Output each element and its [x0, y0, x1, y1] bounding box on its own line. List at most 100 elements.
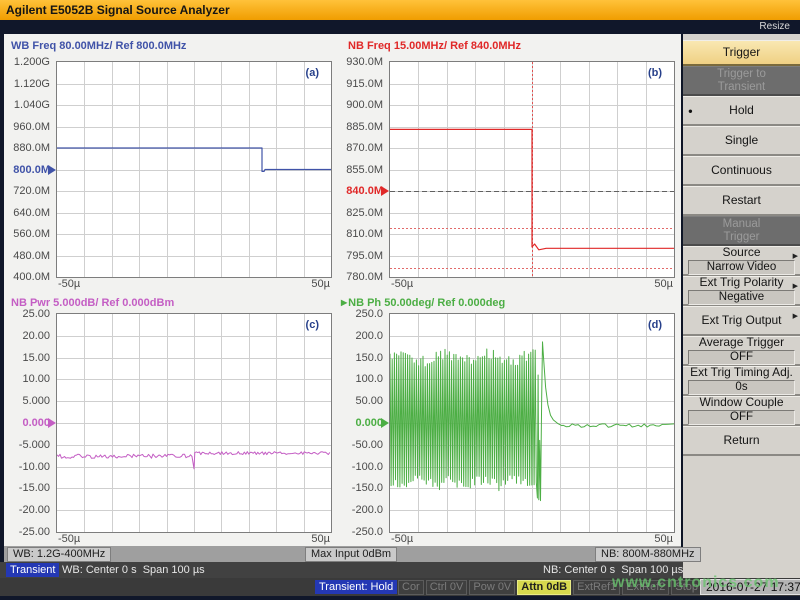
- y-tick-label: 20.00: [22, 330, 50, 342]
- plot-nb-pwr-y-axis: 25.0020.0015.0010.005.0000.000-5.000-10.…: [2, 314, 52, 532]
- y-tick-label: 25.00: [22, 308, 50, 320]
- softkey-label: Ext Trig Timing Adj.: [690, 366, 793, 379]
- softkey-label: Window Couple: [699, 396, 783, 409]
- app-title: Agilent E5052B Signal Source Analyzer: [6, 3, 230, 17]
- x-tick-end: 50µ: [311, 278, 330, 290]
- wb-sweep-label: WB: Center 0 s Span 100 µs: [62, 564, 205, 576]
- softkey-restart[interactable]: Restart: [683, 186, 800, 216]
- softkey-continuous[interactable]: Continuous: [683, 156, 800, 186]
- x-tick-start: -50µ: [391, 533, 413, 545]
- softkey-manual: ManualTrigger: [683, 216, 800, 246]
- ref-level-marker: [381, 186, 389, 196]
- plot-nb-phase: ▶NB Ph 50.00deg/ Ref 0.000deg 250.0200.0…: [389, 313, 675, 533]
- softkey-ext-trig-polarity[interactable]: Ext Trig PolarityNegative▶: [683, 276, 800, 306]
- y-tick-label: 900.0M: [346, 99, 383, 111]
- y-tick-label: 1.040G: [14, 99, 50, 111]
- y-tick-label: -100.0: [352, 461, 383, 473]
- status-indicator-extref1: ExtRef1: [573, 580, 620, 595]
- status-indicator-cor: Cor: [398, 580, 424, 595]
- plot-label-b: (b): [648, 67, 662, 79]
- softkey-ext-trig-timing-adj[interactable]: Ext Trig Timing Adj.0s: [683, 366, 800, 396]
- resize-button[interactable]: Resize: [759, 21, 790, 32]
- softkey-trigger[interactable]: Trigger: [683, 40, 800, 66]
- y-tick-label: 400.0M: [13, 271, 50, 283]
- softkey-label: Ext Trig Output: [701, 314, 781, 327]
- sweep-status-bar: Transient WB: Center 0 s Span 100 µs NB:…: [0, 562, 683, 578]
- y-tick-label: 5.000: [22, 395, 50, 407]
- softkey-average-trigger[interactable]: Average TriggerOFF: [683, 336, 800, 366]
- y-tick-label: 870.0M: [346, 142, 383, 154]
- y-tick-label: 50.00: [355, 395, 383, 407]
- plot-nb-freq-header: NB Freq 15.00MHz/ Ref 840.0MHz: [348, 40, 521, 52]
- y-tick-label: -200.0: [352, 504, 383, 516]
- x-tick-start: -50µ: [58, 533, 80, 545]
- y-tick-label: 1.200G: [14, 56, 50, 68]
- softkey-ext-trig-output[interactable]: Ext Trig Output ▶: [683, 306, 800, 336]
- plot-label-c: (c): [306, 319, 319, 331]
- status-indicator-ctrl-0v: Ctrl 0V: [426, 580, 468, 595]
- softkey-value: OFF: [688, 350, 796, 365]
- y-tick-label: 885.0M: [346, 121, 383, 133]
- y-tick-label: 100.0: [355, 373, 383, 385]
- plot-wb-freq-y-axis: 1.200G1.120G1.040G960.0M880.0M800.0M720.…: [2, 62, 52, 277]
- y-tick-label: 1.120G: [14, 78, 50, 90]
- title-bar: Agilent E5052B Signal Source Analyzer: [0, 0, 800, 20]
- y-tick-label: -5.000: [19, 439, 50, 451]
- graph-area: WB Freq 80.00MHz/ Ref 800.0MHz 1.200G 1.1…: [4, 34, 681, 546]
- softkey-return[interactable]: Return: [683, 426, 800, 456]
- plot-wb-freq-header: WB Freq 80.00MHz/ Ref 800.0MHz: [11, 40, 186, 52]
- y-tick-label: 200.0: [355, 330, 383, 342]
- softkey-single[interactable]: Single: [683, 126, 800, 156]
- submenu-arrow-icon: ▶: [793, 312, 798, 320]
- softkey-window-couple[interactable]: Window CoupleOFF: [683, 396, 800, 426]
- plot-nb-pwr: NB Pwr 5.000dB/ Ref 0.000dBm 25.0020.001…: [56, 313, 332, 533]
- y-tick-label: -10.00: [19, 461, 50, 473]
- instrument-status-bar: Transient: Hold CorCtrl 0VPow 0VAttn 0dB…: [0, 578, 800, 596]
- plot-nb-phase-canvas: [390, 314, 674, 532]
- selected-bullet-icon: ●: [688, 106, 693, 115]
- indicator-row: CorCtrl 0VPow 0VAttn 0dBExtRef1ExtRef2St…: [398, 580, 730, 595]
- status-indicator-attn-0db: Attn 0dB: [517, 580, 571, 595]
- ref-level-marker: [48, 418, 56, 428]
- wb-band-label: WB: 1.2G-400MHz: [7, 547, 111, 562]
- max-input-label: Max Input 0dBm: [305, 547, 397, 562]
- mode-badge: Transient: [6, 563, 59, 577]
- x-tick-end: 50µ: [654, 533, 673, 545]
- submenu-arrow-icon: ▶: [793, 282, 798, 290]
- y-tick-label: 855.0M: [346, 164, 383, 176]
- softkey-label: Source: [722, 246, 760, 259]
- softkey-value: 0s: [688, 380, 796, 395]
- nb-sweep-label: NB: Center 0 s Span 100 µs: [543, 564, 683, 576]
- y-tick-label: 880.0M: [13, 142, 50, 154]
- y-tick-label: -20.00: [19, 504, 50, 516]
- band-status-bar: WB: 1.2G-400MHz Max Input 0dBm NB: 800M-…: [4, 546, 681, 562]
- plot-nb-freq-y-axis: 930.0M915.0M900.0M885.0M870.0M855.0M840.…: [335, 62, 385, 277]
- active-trace-icon: ▶: [341, 298, 347, 307]
- softkey-value: OFF: [688, 410, 796, 425]
- ref-level-marker: [48, 165, 56, 175]
- x-tick-end: 50µ: [311, 533, 330, 545]
- softkey-value: Narrow Video: [688, 260, 796, 275]
- y-tick-label: 480.0M: [13, 250, 50, 262]
- plot-wb-freq: WB Freq 80.00MHz/ Ref 800.0MHz 1.200G1.1…: [56, 61, 332, 278]
- softkey-source[interactable]: SourceNarrow Video▶: [683, 246, 800, 276]
- y-tick-label: 915.0M: [346, 78, 383, 90]
- softkey-label: Manual: [723, 218, 761, 231]
- y-tick-label: 560.0M: [13, 228, 50, 240]
- status-indicator-pow-0v: Pow 0V: [469, 580, 515, 595]
- submenu-arrow-icon: ▶: [793, 252, 798, 260]
- plot-label-d: (d): [648, 319, 662, 331]
- y-tick-label: -250.0: [352, 526, 383, 538]
- menu-strip: Resize: [0, 20, 800, 34]
- y-tick-label: 810.0M: [346, 228, 383, 240]
- y-tick-label: 15.00: [22, 352, 50, 364]
- y-tick-label: -50.00: [352, 439, 383, 451]
- softkey-hold[interactable]: ●Hold: [683, 96, 800, 126]
- softkey-panel: TriggerTrigger toTransient●HoldSingleCon…: [683, 40, 800, 456]
- softkey-sidebar: TriggerTrigger toTransient●HoldSingleCon…: [681, 34, 800, 579]
- plot-nb-freq: NB Freq 15.00MHz/ Ref 840.0MHz 930.0M915…: [389, 61, 675, 278]
- instrument-screen: Agilent E5052B Signal Source Analyzer Re…: [0, 0, 800, 600]
- y-tick-label: 10.00: [22, 373, 50, 385]
- softkey-label: Average Trigger: [699, 336, 784, 349]
- softkey-label: Continuous: [711, 164, 772, 177]
